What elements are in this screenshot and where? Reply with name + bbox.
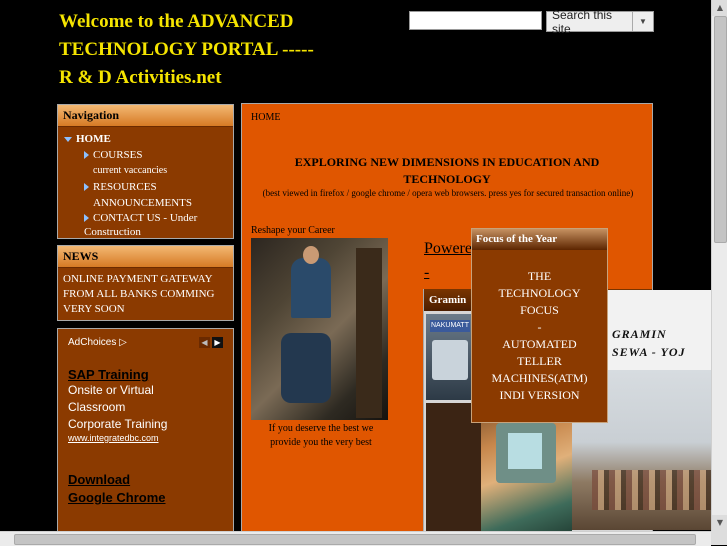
nav-item-label: ANNOUNCEMENTS [93, 197, 192, 209]
caret-right-icon [84, 151, 89, 160]
navigation-panel: Navigation HOME COURSES current vaccanci… [57, 104, 234, 239]
ad-link-download[interactable]: Download [68, 471, 223, 489]
ad-panel: AdChoices ▷ ◀ ▶ SAP Training Onsite or V… [57, 328, 234, 534]
atm-card-image: NAKUMATT [426, 314, 474, 400]
scroll-down-icon[interactable]: ▼ [712, 515, 727, 531]
ad-link-sap-training[interactable]: SAP Training [68, 367, 223, 382]
horizontal-scroll-thumb[interactable] [14, 534, 696, 545]
site-title-line1: Welcome to the ADVANCED [59, 11, 294, 32]
card-label: NAKUMATT [430, 320, 470, 332]
adchoices-label[interactable]: AdChoices ▷ [68, 337, 127, 348]
focus-line: FOCUS [520, 303, 559, 317]
nav-item-announcements[interactable]: ANNOUNCEMENTS [58, 195, 233, 211]
search-input[interactable] [409, 11, 542, 30]
adchoices-icon: ▷ [119, 336, 127, 348]
technician-photo [251, 238, 388, 420]
photo-caption: If you deserve the best we provide you t… [268, 423, 374, 448]
focus-line: THE [527, 269, 552, 283]
search-button-label: Search this site [552, 7, 613, 36]
scrollbar-corner [711, 531, 727, 545]
prev-ad-icon[interactable]: ◀ [199, 336, 210, 348]
focus-of-the-year-panel: Focus of the Year THE TECHNOLOGY FOCUS -… [471, 228, 608, 423]
scroll-up-icon[interactable]: ▲ [712, 0, 727, 16]
nav-item-label: RESOURCES [93, 181, 157, 193]
banner-line1: GRAMIN [612, 327, 667, 341]
nav-item-home[interactable]: HOME [58, 131, 233, 147]
navigation-heading: Navigation [58, 105, 233, 127]
focus-line: AUTOMATED [502, 337, 577, 351]
caret-down-icon [64, 136, 72, 142]
news-panel: NEWS ONLINE PAYMENT GATEWAY FROM ALL BAN… [57, 245, 234, 321]
horizontal-scrollbar[interactable] [0, 531, 711, 546]
focus-line: TELLER [517, 354, 562, 368]
site-title-line2: TECHNOLOGY PORTAL ----- [59, 39, 314, 60]
ad-text-line3: Corporate Training [68, 417, 168, 431]
next-ad-icon[interactable]: ▶ [212, 336, 223, 348]
nav-item-label: COURSES [93, 149, 143, 161]
caret-right-icon [84, 183, 89, 192]
focus-line: MACHINES(ATM) [491, 371, 588, 385]
nav-item-resources[interactable]: RESOURCES [58, 179, 233, 195]
vertical-scrollbar[interactable]: ▲ ▼ [711, 0, 727, 531]
breadcrumb[interactable]: HOME [251, 112, 280, 123]
news-text: ONLINE PAYMENT GATEWAY FROM ALL BANKS CO… [63, 273, 215, 315]
banner-text: GRAMIN SEWA - YOJ [612, 325, 727, 361]
career-label: Reshape your Career [251, 225, 335, 236]
focus-line: TECHNOLOGY [498, 286, 581, 300]
search-button[interactable]: Search this site ▼ [546, 8, 654, 36]
nav-item-label: current vaccancies [93, 165, 168, 176]
nav-item-label: CONTACT US - Under Construction [84, 212, 198, 238]
focus-line: INDI VERSION [499, 388, 580, 402]
ad-text-line1: Onsite or Virtual [68, 383, 154, 397]
nav-item-courses[interactable]: COURSES [58, 147, 233, 163]
news-heading: NEWS [58, 246, 233, 268]
site-title: Welcome to the ADVANCED TECHNOLOGY PORTA… [59, 8, 399, 92]
ad-link-google-chrome[interactable]: Google Chrome [68, 489, 223, 507]
chevron-down-icon[interactable]: ▼ [632, 12, 653, 31]
nav-item-label: HOME [76, 133, 111, 145]
focus-heading: Focus of the Year [472, 229, 607, 250]
vertical-scroll-thumb[interactable] [714, 16, 727, 243]
focus-line: - [537, 320, 542, 334]
page-headline: EXPLORING NEW DIMENSIONS IN EDUCATION AN… [294, 155, 600, 186]
site-title-line3: R & D Activities.net [59, 67, 222, 88]
page-subhead: (best viewed in firefox / google chrome … [262, 188, 634, 198]
focus-text: THE TECHNOLOGY FOCUS - AUTOMATED TELLER … [472, 250, 607, 404]
nav-item-contact-us[interactable]: CONTACT US - Under Construction [58, 211, 224, 239]
ad-url[interactable]: www.integratedbc.com [68, 433, 223, 443]
caret-right-icon [84, 214, 89, 223]
banner-line2: SEWA - YOJ [612, 345, 686, 359]
ad-text-line2: Classroom [68, 400, 126, 414]
nav-item-current-vaccancies[interactable]: current vaccancies [58, 163, 233, 179]
